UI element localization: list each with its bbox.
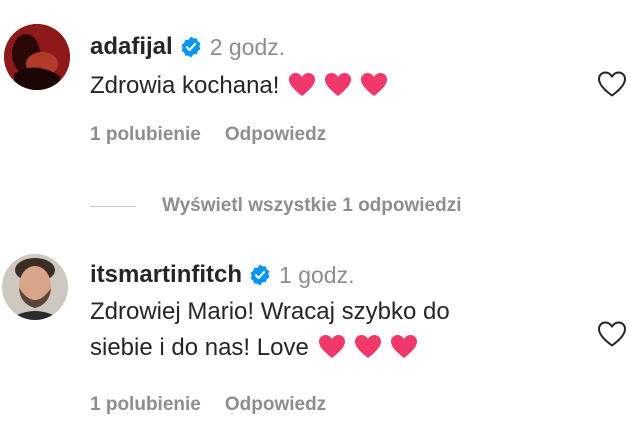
comment-body: itsmartinfitch 1 godz. Zdrowiej Mario! W… xyxy=(90,258,450,370)
pink-heart-emoji xyxy=(318,335,345,358)
divider-line xyxy=(90,205,136,207)
comment-text-line: siebie i do nas! Love xyxy=(90,334,309,361)
comment-itsmartinfitch: itsmartinfitch 1 godz. Zdrowiej Mario! W… xyxy=(0,240,631,442)
comment-actions: 1 polubienie Odpowiedz xyxy=(90,394,326,416)
verified-badge-icon xyxy=(180,36,202,58)
pink-heart-emoji xyxy=(390,335,417,358)
avatar[interactable] xyxy=(2,254,68,320)
like-button[interactable] xyxy=(597,70,627,98)
comment-actions: 1 polubienie Odpowiedz xyxy=(90,124,326,146)
like-button[interactable] xyxy=(597,320,627,348)
reply-button[interactable]: Odpowiedz xyxy=(225,394,326,415)
timestamp[interactable]: 1 godz. xyxy=(279,262,354,289)
pink-heart-emoji xyxy=(325,73,352,96)
avatar[interactable] xyxy=(4,24,70,90)
comments-section: adafijal 2 godz. Zdrowia kochana! 1 polu… xyxy=(0,0,631,442)
reply-button[interactable]: Odpowiedz xyxy=(225,124,326,145)
heart-outline-icon xyxy=(598,321,626,347)
pink-heart-emoji xyxy=(289,73,316,96)
heart-emojis xyxy=(309,334,417,370)
verified-badge-icon xyxy=(249,264,271,286)
likes-count-button[interactable]: 1 polubienie xyxy=(90,124,201,145)
pink-heart-emoji xyxy=(361,73,388,96)
comment-text: Zdrowiej Mario! Wracaj szybko do siebie … xyxy=(90,294,450,370)
heart-outline-icon xyxy=(598,71,626,97)
likes-count-button[interactable]: 1 polubienie xyxy=(90,394,201,415)
comment-adafijal: adafijal 2 godz. Zdrowia kochana! 1 polu… xyxy=(0,0,631,170)
comment-text-line: Zdrowiej Mario! Wracaj szybko do xyxy=(90,298,450,325)
view-replies-label: Wyświetl wszystkie 1 odpowiedzi xyxy=(162,195,462,216)
comment-body: adafijal 2 godz. Zdrowia kochana! xyxy=(90,30,388,108)
username[interactable]: adafijal xyxy=(90,33,173,61)
pink-heart-emoji xyxy=(354,335,381,358)
username[interactable]: itsmartinfitch xyxy=(90,261,242,289)
comment-text: Zdrowia kochana! xyxy=(90,68,388,108)
heart-emojis xyxy=(279,72,388,108)
comment-text-line: Zdrowia kochana! xyxy=(90,72,280,99)
view-replies-button[interactable]: Wyświetl wszystkie 1 odpowiedzi xyxy=(90,192,462,220)
timestamp[interactable]: 2 godz. xyxy=(210,34,285,61)
